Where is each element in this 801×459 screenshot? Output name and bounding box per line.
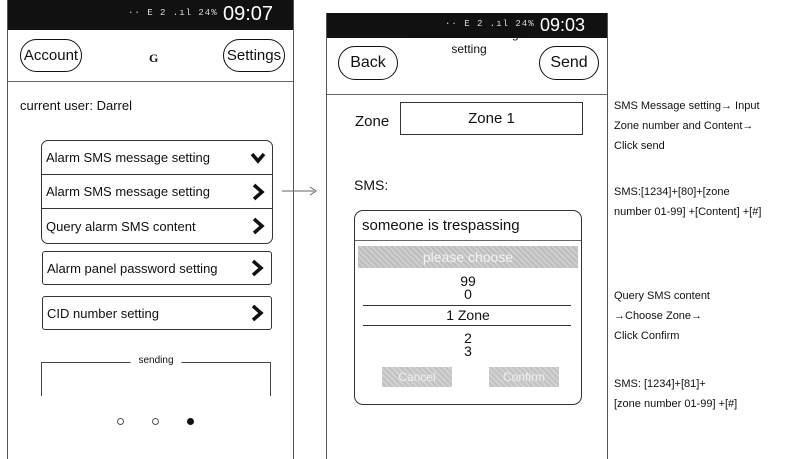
picker-selection-line-bottom [363,325,571,326]
menu-item-label: Alarm panel password setting [47,260,218,276]
note-sms-setting: SMS Message setting→ Input Zone number a… [614,96,801,156]
divider [355,240,581,241]
picker-option[interactable]: 3 [355,344,581,358]
current-user-label: current user: Darrel [20,98,132,113]
menu-item-label: CID number setting [47,305,159,321]
sms-content-field[interactable]: someone is trespassing [362,217,520,234]
note-line: [zone number 01-99] +[#] [614,398,738,410]
menu-item-cid-number-setting[interactable]: CID number setting [42,296,272,330]
menu-item-alarm-sms-setting[interactable]: Alarm SMS message setting [42,175,272,209]
back-button[interactable]: Back [338,46,398,80]
chevron-right-icon [251,259,264,277]
zone-select[interactable]: Zone 1 [400,102,583,135]
note-line: SMS Message setting→ Input [614,100,760,112]
page-title: Alarm SMS messoge setting [399,27,539,57]
note-line: Zone number and Content→ [614,120,754,132]
picker-option[interactable]: 0 [355,287,581,301]
zone-label: Zone [355,113,390,130]
status-bar: ·· E 2 .ıl 24% 09:07 [8,0,293,30]
menu-item-query-sms-content[interactable]: Query alarm SMS content [42,209,272,243]
chevron-right-icon [252,183,265,200]
flow-arrow-icon [282,186,317,196]
status-time: 09:03 [540,15,586,35]
status-time: 09:07 [223,3,274,25]
zone-picker-dialog: someone is trespassing please choose 99 … [354,210,582,405]
note-line: number 01-99] +[Content] +[#] [614,206,762,218]
menu-item-label: Alarm SMS message setting [46,184,211,199]
settings-button[interactable]: Settings [223,39,285,72]
chevron-right-icon [252,217,265,235]
note-query-sms: Query SMS content →Choose Zone→ Click Co… [614,286,801,346]
menu-item-label: Query alarm SMS content [46,218,196,234]
page-dot-3-active[interactable] [187,418,194,425]
picker-selected-option[interactable]: 1 Zone [355,307,581,323]
confirm-button[interactable]: Confirm [489,367,559,387]
menu-item-label: Alarm SMS message setting [46,150,211,165]
send-button[interactable]: Send [539,46,599,80]
page-dot-2[interactable] [152,418,159,425]
left-phone-screen: ·· E 2 .ıl 24% 09:07 Account G Settings … [7,0,294,459]
status-icons: ·· E 2 .ıl 24% [128,8,218,18]
picker-selection-line-top [363,305,571,306]
note-line: SMS:[1234]+[80]+[zone [614,186,730,198]
note-sms-format-80: SMS:[1234]+[80]+[zone number 01-99] +[Co… [614,182,801,222]
note-line: Query SMS content [614,290,710,302]
picker-header: please choose [358,246,578,268]
page-dot-1[interactable] [117,418,124,425]
note-line: Click send [614,140,665,152]
chevron-right-icon [251,304,264,322]
sms-label: SMS: [354,177,389,193]
sms-menu-group: Alarm SMS message setting Alarm SMS mess… [41,140,273,244]
sending-panel: sending [41,355,271,396]
menu-item-alarm-sms-setting-expanded[interactable]: Alarm SMS message setting [42,141,272,175]
right-phone-screen: ·· E 2 .ıl 24% 09:03 Back Send Alarm SMS… [326,13,608,459]
menu-item-password-setting[interactable]: Alarm panel password setting [42,251,272,285]
account-button[interactable]: Account [20,39,82,72]
note-line: →Choose Zone→ [614,310,703,322]
cancel-button[interactable]: Cancel [382,367,452,387]
note-line: Click Confirm [614,330,680,342]
sending-label: sending [130,355,182,366]
note-sms-format-81: SMS: [1234]+[81]+ [zone number 01-99] +[… [614,374,801,414]
chevron-down-icon [250,152,266,164]
note-line: SMS: [1234]+[81]+ [614,378,706,390]
app-header: Account G Settings [8,30,293,82]
brand-logo: G [149,51,159,65]
page-title-line1: Alarm SMS messoge [412,27,526,41]
page-title-line2: setting [451,42,487,56]
